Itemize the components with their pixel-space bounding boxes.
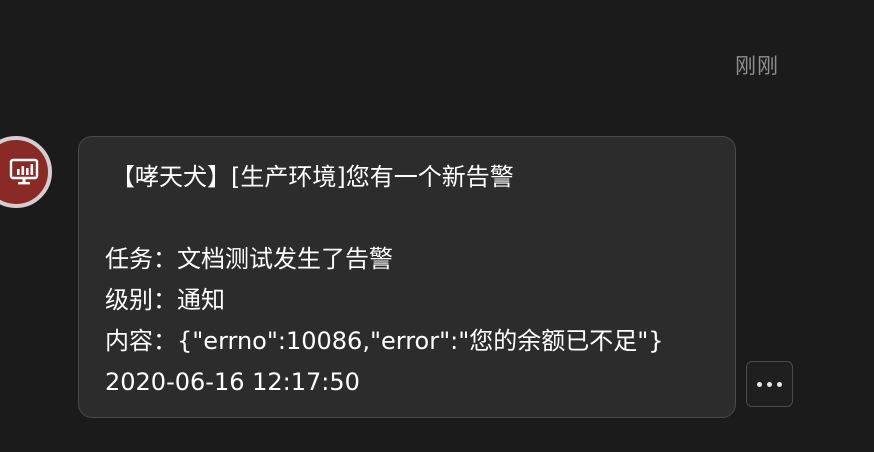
monitor-chart-icon: [9, 158, 39, 186]
alert-level: 级别：通知: [105, 286, 225, 314]
alert-task: 任务：文档测试发生了告警: [105, 245, 393, 273]
message-bubble[interactable]: 【哮天犬】[生产环境]您有一个新告警 任务：文档测试发生了告警 级别：通知 内容…: [78, 136, 736, 418]
more-horizontal-icon: [767, 381, 772, 387]
alert-title: 【哮天犬】[生产环境]您有一个新告警: [111, 163, 514, 191]
alert-datetime: 2020-06-16 12:17:50: [105, 368, 360, 396]
chat-view: 刚刚 【哮天犬】[生产环境]您有一个新告警 任务：文档测试发生了告警 级别：通知…: [0, 0, 874, 452]
alert-content: 内容：{"errno":10086,"error":"您的余额已不足"}: [105, 327, 664, 355]
more-options-button[interactable]: [746, 361, 793, 407]
more-horizontal-icon: [757, 381, 762, 387]
message-timestamp: 刚刚: [735, 54, 779, 78]
sender-avatar[interactable]: [0, 136, 52, 208]
more-horizontal-icon: [777, 381, 782, 387]
